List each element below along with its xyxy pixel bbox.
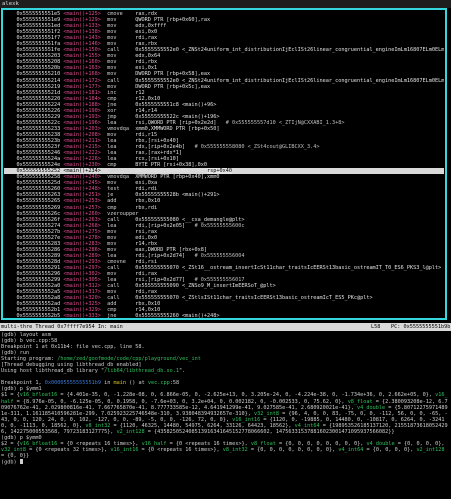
asm-listing: 0x5555555551e5 <main()+125> cmove rax,rd… [4, 11, 444, 320]
window-titlebar: alexk [0, 0, 451, 8]
asm-view-panel[interactable]: 0x5555555551e5 <main()+125> cmove rax,rd… [1, 8, 447, 320]
gdb-output-line: $1 = {v16_bfloat16 = {4.401e-35, 0, -1.2… [1, 392, 448, 435]
status-pc: PC: 0x5555555551b9b [391, 324, 451, 330]
asm-mnemonic: jne [107, 313, 136, 320]
asm-symbol: <main()+333> [63, 313, 108, 320]
gdb-output-line: $2 = {v16_bfloat16 = {0 <repeats 16 time… [1, 440, 448, 459]
window-title: alexk [2, 1, 19, 7]
gdb-command-line: (gdb) [1, 458, 449, 465]
gdb-console[interactable]: (gdb) layout asm (gdb) b vec.cpp:58 Breakp… [1, 332, 449, 498]
status-line: L58 [371, 324, 381, 330]
asm-operands: 0x555555555260 <main()+248> [135, 313, 220, 320]
status-thread: multi-thre Thread 0x7ffff7e954 In: main [1, 324, 123, 330]
breakpoint-marker [4, 313, 17, 318]
text-cursor [19, 458, 23, 465]
status-bar: multi-thre Thread 0x7ffff7e954 In: main … [0, 323, 451, 331]
asm-line[interactable]: 0x5555555552b5 <main()+333> jne 0x555555… [4, 313, 444, 320]
asm-address: 0x5555555552b5 [16, 313, 61, 320]
